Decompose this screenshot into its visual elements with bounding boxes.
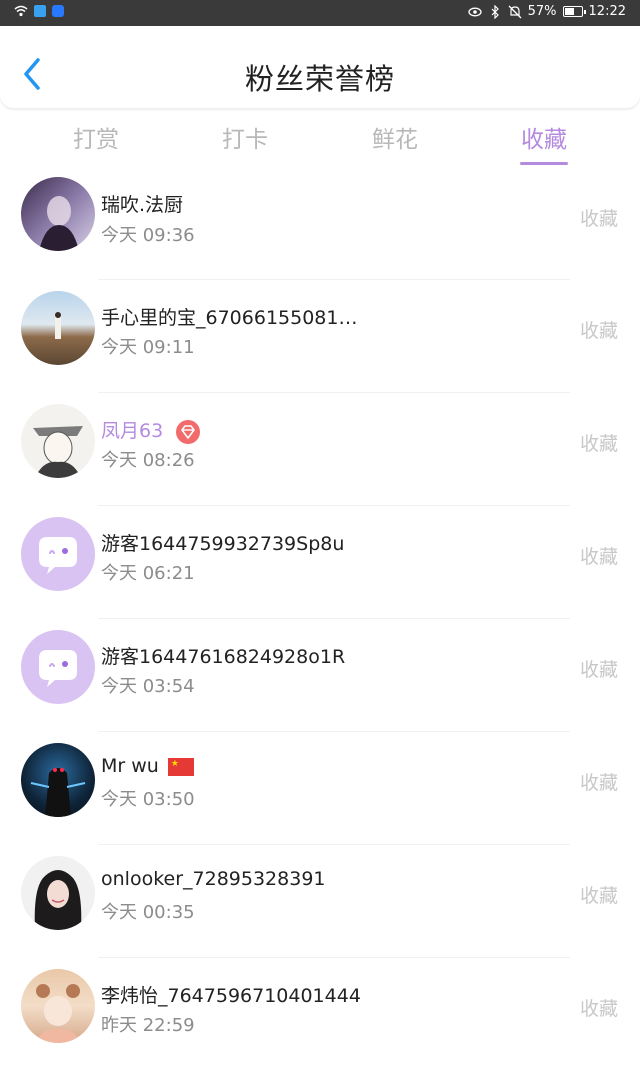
battery-percent: 57%	[527, 4, 557, 19]
timestamp: 今天 08:26	[101, 450, 195, 471]
user-name: 游客16447616824928o1R	[101, 646, 346, 668]
avatar-image	[30, 768, 86, 817]
list-item[interactable]: 手心里的宝_67066155081… 今天 09:11 收藏	[0, 280, 640, 393]
avatar-image	[35, 984, 81, 1043]
favorite-label: 收藏	[579, 546, 618, 568]
user-name-text: 凤月63	[101, 420, 164, 442]
avatar-image	[34, 870, 82, 930]
user-name: 凤月63	[101, 416, 201, 445]
list-item[interactable]: 李炜怡_7647596710401444 昨天 22:59 收藏	[0, 958, 640, 1071]
avatar[interactable]	[21, 969, 95, 1043]
timestamp: 今天 00:35	[101, 902, 195, 923]
avatar[interactable]	[21, 404, 95, 478]
tab-checkin[interactable]: 打卡	[195, 120, 295, 154]
avatar[interactable]	[21, 856, 95, 930]
timestamp: 今天 06:21	[101, 563, 195, 584]
default-guest-avatar-icon	[39, 537, 77, 574]
list-item[interactable]: 瑞吹.法厨 今天 09:36 收藏	[0, 177, 640, 280]
bluetooth-icon	[491, 4, 499, 19]
user-name: 瑞吹.法厨	[101, 194, 184, 216]
eye-icon	[467, 7, 482, 16]
status-right: 57% 12:22	[467, 4, 626, 19]
favorite-label: 收藏	[579, 433, 618, 455]
avatar[interactable]	[21, 177, 95, 251]
china-flag-icon: ★	[167, 757, 194, 776]
user-name: 李炜怡_7647596710401444	[101, 985, 361, 1007]
status-bar: 57% 12:22	[0, 0, 640, 26]
timestamp: 昨天 22:59	[101, 1015, 195, 1036]
user-name: Mr wu ★	[101, 755, 194, 777]
mute-bell-icon	[508, 5, 522, 18]
diamond-badge-icon	[176, 419, 201, 444]
avatar-image	[39, 196, 79, 251]
user-name-text: Mr wu	[101, 755, 159, 777]
tab-flowers[interactable]: 鲜花	[345, 120, 445, 154]
favorite-label: 收藏	[579, 772, 618, 794]
avatar[interactable]	[21, 630, 95, 704]
list-item[interactable]: 游客16447616824928o1R 今天 03:54 收藏	[0, 619, 640, 732]
wifi-icon	[14, 5, 28, 17]
page-title: 粉丝荣誉榜	[244, 62, 395, 96]
app-notification-icon-2	[52, 5, 64, 17]
avatar[interactable]	[21, 291, 95, 365]
favorite-label: 收藏	[579, 659, 618, 681]
user-name: 手心里的宝_67066155081…	[101, 307, 358, 329]
timestamp: 今天 09:11	[101, 337, 195, 358]
tab-reward[interactable]: 打赏	[46, 120, 146, 154]
avatar[interactable]	[21, 517, 95, 591]
tab-favorites[interactable]: 收藏	[494, 120, 594, 154]
timestamp: 今天 03:54	[101, 676, 195, 697]
clock: 12:22	[588, 4, 626, 19]
list-item[interactable]: Mr wu ★ 今天 03:50 收藏	[0, 732, 640, 845]
avatar-image	[33, 426, 83, 478]
avatar[interactable]	[21, 743, 95, 817]
list-item[interactable]: 游客1644759932739Sp8u 今天 06:21 收藏	[0, 506, 640, 619]
list-item[interactable]: 凤月63 今天 08:26 收藏	[0, 393, 640, 506]
active-tab-indicator	[520, 162, 568, 165]
user-name: 游客1644759932739Sp8u	[101, 533, 345, 555]
app-notification-icon	[34, 5, 46, 17]
user-name: onlooker_72895328391	[101, 868, 326, 890]
header: 粉丝荣誉榜	[0, 26, 640, 109]
favorite-label: 收藏	[579, 885, 618, 907]
avatar-image	[55, 312, 61, 339]
status-left	[14, 4, 64, 18]
favorite-label: 收藏	[579, 320, 618, 342]
timestamp: 今天 09:36	[101, 225, 195, 246]
timestamp: 今天 03:50	[101, 789, 195, 810]
fan-list: 瑞吹.法厨 今天 09:36 收藏 手心里的宝_67066155081… 今天 …	[0, 177, 640, 1071]
battery-icon	[562, 6, 586, 17]
default-guest-avatar-icon	[39, 650, 77, 687]
favorite-label: 收藏	[579, 208, 618, 230]
list-item[interactable]: onlooker_72895328391 今天 00:35 收藏	[0, 845, 640, 958]
favorite-label: 收藏	[579, 998, 618, 1020]
